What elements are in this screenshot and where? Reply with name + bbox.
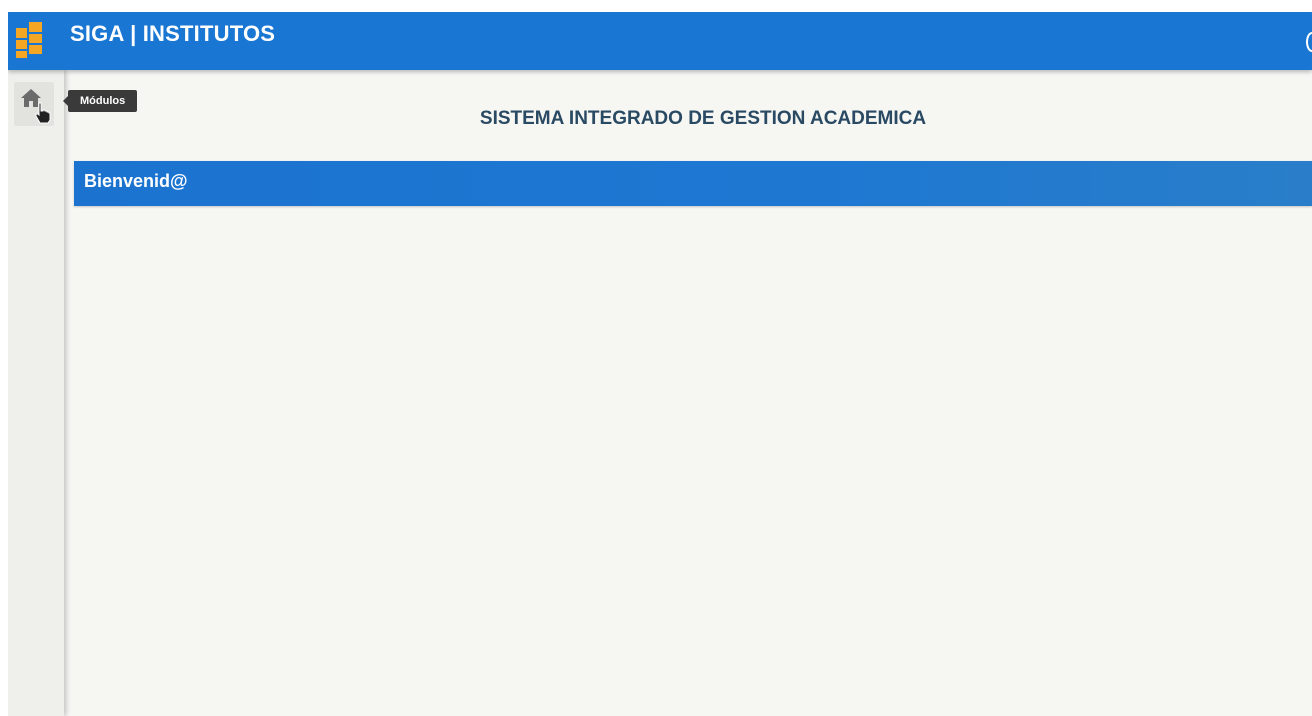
- account-icon[interactable]: [1306, 32, 1312, 52]
- welcome-banner: Bienvenid@: [74, 161, 1312, 206]
- hand-pointer-icon: [35, 102, 51, 124]
- top-app-bar: SIGA | INSTITUTOS: [8, 12, 1312, 70]
- modules-tooltip: Módulos: [62, 90, 138, 112]
- modules-home-button[interactable]: [14, 82, 54, 126]
- page-title: SISTEMA INTEGRADO DE GESTION ACADEMICA: [479, 108, 927, 129]
- app-title: SIGA | INSTITUTOS: [70, 21, 276, 46]
- siga-logo-icon: [16, 22, 42, 58]
- welcome-text: Bienvenid@: [84, 171, 188, 191]
- sidebar: Módulos: [8, 70, 138, 716]
- app-window: SIGA | INSTITUTOS Módulos SISTEMA INTEGR…: [8, 12, 1312, 716]
